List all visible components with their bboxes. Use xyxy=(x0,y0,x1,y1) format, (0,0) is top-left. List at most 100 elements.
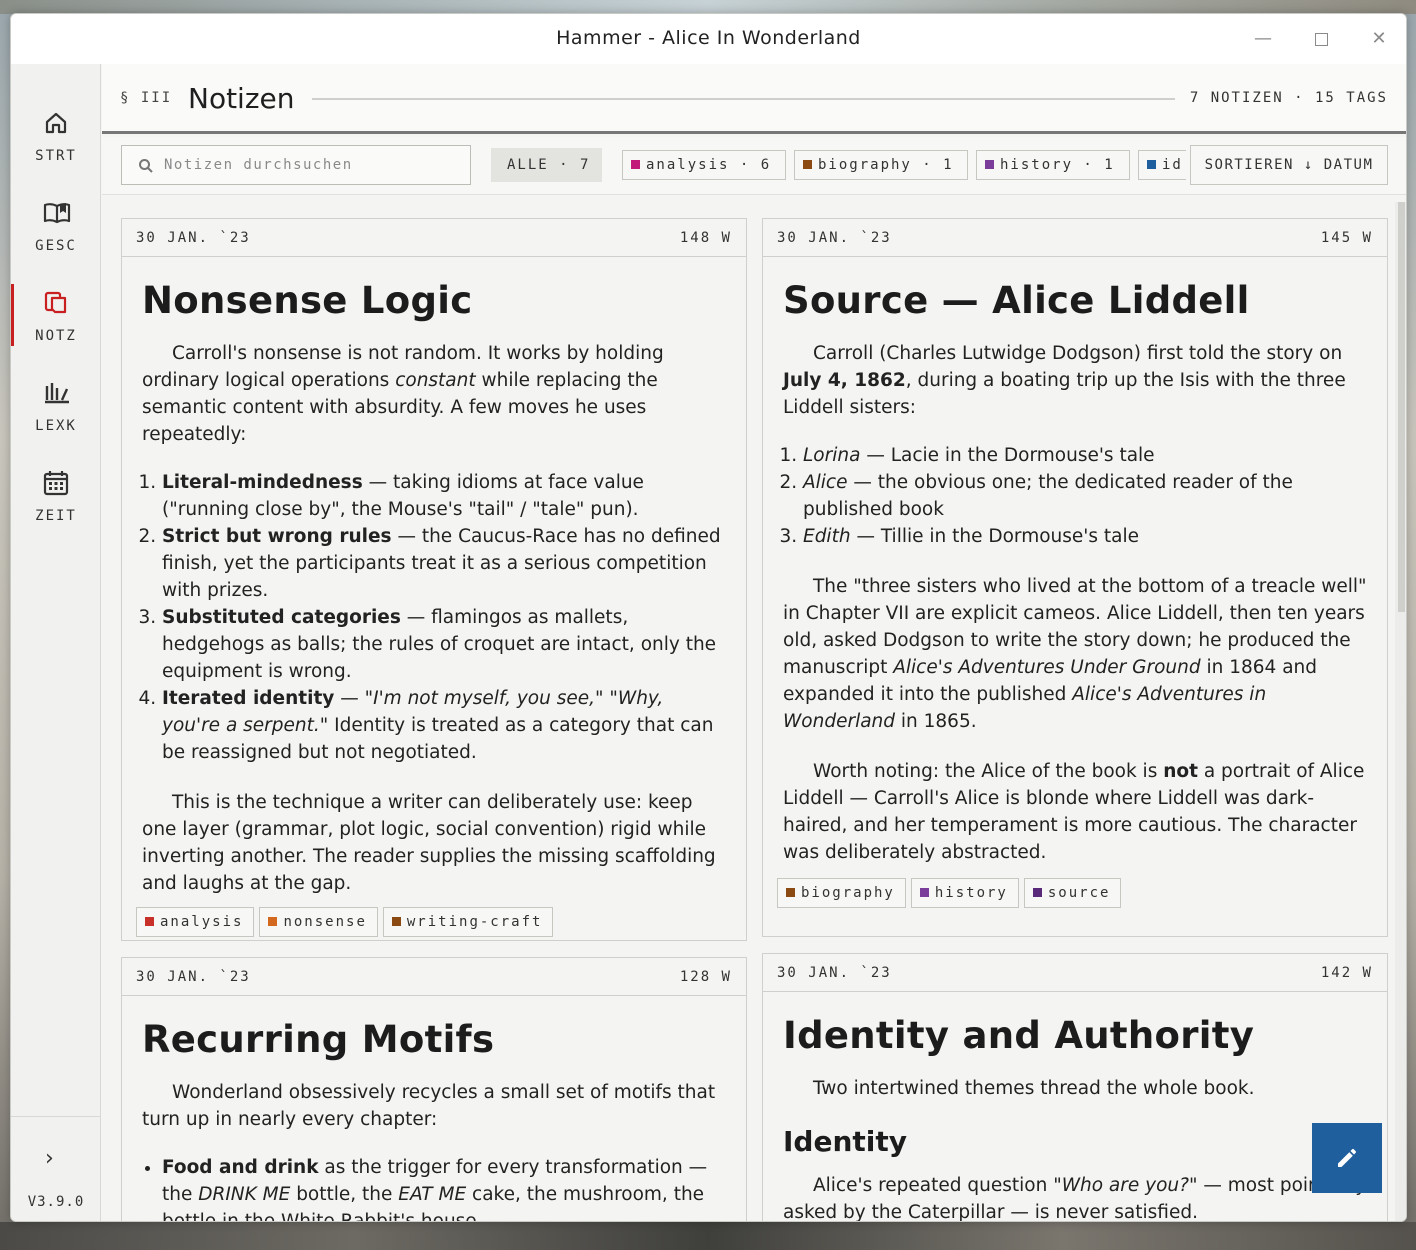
sidebar-item-label: GESC xyxy=(35,238,77,254)
desktop-background-bottom xyxy=(0,1222,1416,1250)
filter-chip-label: ALLE · 7 xyxy=(507,157,591,173)
note-title: Recurring Motifs xyxy=(142,1018,495,1061)
note-subheading: Identity xyxy=(783,1125,908,1158)
title-bar: Hammer - Alice In Wonderland — ✕ xyxy=(11,14,1406,64)
note-body: Nonsense Logic Carroll's nonsense is not… xyxy=(122,257,746,897)
note-card-header: 30 JAN. `23 142 W xyxy=(763,954,1387,992)
tag-color-swatch xyxy=(268,917,278,926)
note-paragraph: Wonderland obsessively recycles a small … xyxy=(142,1082,716,1130)
sidebar-item-label: ZEIT xyxy=(35,508,77,524)
calendar-icon xyxy=(43,471,69,496)
tag-color-swatch xyxy=(803,160,812,169)
filter-chip-biography[interactable]: biography · 1 xyxy=(794,150,968,180)
search-input[interactable] xyxy=(164,146,464,184)
note-tags: analysis nonsense writing-craft xyxy=(122,907,746,949)
note-card-header: 30 JAN. `23 148 W xyxy=(122,219,746,257)
filter-chip-analysis[interactable]: analysis · 6 xyxy=(622,150,786,180)
note-card[interactable]: 30 JAN. `23 145 W Source — Alice Liddell… xyxy=(762,218,1388,937)
sidebar-item-label: STRT xyxy=(35,148,77,164)
tag-color-swatch xyxy=(1147,160,1156,169)
note-title: Source — Alice Liddell xyxy=(783,279,1250,322)
sidebar-item-lexk[interactable]: LEXK xyxy=(11,374,101,456)
scrollbar-thumb[interactable] xyxy=(1398,202,1405,612)
filter-chip-label: biography · 1 xyxy=(818,157,954,173)
tag-chip[interactable]: source xyxy=(1023,878,1122,908)
home-icon xyxy=(45,112,67,134)
sidebar-item-notz[interactable]: NOTZ xyxy=(11,284,101,366)
list-item: Substituted categories — flamingos as ma… xyxy=(162,604,726,685)
note-paragraph: Carroll (Charles Lutwidge Dodgson) first… xyxy=(783,343,1346,418)
note-paragraph: Alice's repeated question "Who are you?"… xyxy=(783,1175,1367,1222)
tag-chip[interactable]: analysis xyxy=(136,907,255,937)
note-tags: biography history source xyxy=(763,878,1387,920)
note-list: Literal-mindedness — taking idioms at fa… xyxy=(162,469,726,766)
sidebar-item-strt[interactable]: STRT xyxy=(11,104,101,186)
sidebar-item-label: LEXK xyxy=(35,418,77,434)
tag-chip[interactable]: biography xyxy=(777,878,906,908)
notes-icon xyxy=(44,291,67,314)
notes-scrollbar[interactable] xyxy=(1395,202,1406,1221)
note-card[interactable]: 30 JAN. `23 128 W Recurring Motifs Wonde… xyxy=(121,957,747,1221)
list-item: Strict but wrong rules — the Caucus-Race… xyxy=(162,523,726,604)
pencil-icon xyxy=(1338,1148,1357,1167)
maximize-button[interactable] xyxy=(1306,25,1336,53)
tag-chip[interactable]: history xyxy=(910,878,1019,908)
app-version: V3.9.0 xyxy=(27,1194,85,1210)
tag-color-swatch xyxy=(919,888,929,897)
tag-chip[interactable]: nonsense xyxy=(259,907,378,937)
book-icon xyxy=(43,203,71,224)
list-item: Literal-mindedness — taking idioms at fa… xyxy=(162,469,726,523)
note-card-header: 30 JAN. `23 145 W xyxy=(763,219,1387,257)
note-date: 30 JAN. `23 xyxy=(777,230,892,246)
note-body: Recurring Motifs Wonderland obsessively … xyxy=(122,996,746,1221)
note-paragraph: Carroll's nonsense is not random. It wor… xyxy=(142,343,664,445)
sidebar-item-gesc[interactable]: GESC xyxy=(11,194,101,276)
note-card[interactable]: 30 JAN. `23 148 W Nonsense Logic Carroll… xyxy=(121,218,747,941)
filter-chip-label: analysis · 6 xyxy=(646,157,772,173)
tag-color-swatch xyxy=(631,160,640,169)
note-body: Source — Alice Liddell Carroll (Charles … xyxy=(763,257,1387,866)
list-item: Edith — Tillie in the Dormouse's tale xyxy=(803,523,1367,550)
tag-color-swatch xyxy=(1032,888,1042,897)
section-marker: § III xyxy=(120,90,173,106)
note-date: 30 JAN. `23 xyxy=(136,230,251,246)
minimize-button[interactable]: — xyxy=(1248,25,1278,53)
search-icon xyxy=(139,159,153,173)
new-note-button[interactable] xyxy=(1312,1123,1382,1193)
list-item: Food and drink as the trigger for every … xyxy=(162,1154,726,1221)
note-card-header: 30 JAN. `23 128 W xyxy=(122,958,746,996)
note-body: Identity and Authority Two intertwined t… xyxy=(763,992,1387,1222)
maximize-icon xyxy=(1314,32,1328,46)
tag-color-swatch xyxy=(145,917,154,926)
expand-sidebar-button[interactable]: › xyxy=(45,1146,54,1171)
note-title: Identity and Authority xyxy=(783,1014,1255,1057)
note-card[interactable]: 30 JAN. `23 142 W Identity and Authority… xyxy=(762,953,1388,1222)
filter-chip-all[interactable]: ALLE · 7 xyxy=(491,148,602,182)
search-box xyxy=(121,145,471,185)
tag-chip[interactable]: writing-craft xyxy=(382,907,554,937)
tag-color-swatch xyxy=(391,917,401,926)
sidebar-divider xyxy=(11,1116,101,1117)
filter-chip-id[interactable]: id xyxy=(1138,150,1186,180)
sidebar-item-label: NOTZ xyxy=(35,328,77,344)
note-date: 30 JAN. `23 xyxy=(777,965,892,981)
filter-chip-label: history · 1 xyxy=(1000,157,1115,173)
close-button[interactable]: ✕ xyxy=(1364,25,1394,53)
main-panel: § III Notizen 7 NOTIZEN · 15 TAGS ALLE ·… xyxy=(102,64,1406,1222)
note-word-count: 142 W xyxy=(1320,965,1373,981)
filter-toolbar: ALLE · 7 analysis · 6 biography · 1 hist… xyxy=(102,137,1406,195)
sidebar-item-zeit[interactable]: ZEIT xyxy=(11,464,101,546)
sort-button[interactable]: SORTIEREN ↓ DATUM xyxy=(1190,145,1388,185)
sidebar: STRT GESC NOTZ LEXK ZEIT › V3.9.0 xyxy=(11,64,101,1221)
filter-chip-label: id xyxy=(1162,157,1183,173)
tag-color-swatch xyxy=(985,160,994,169)
chevron-right-icon: › xyxy=(45,1146,54,1171)
list-item: Iterated identity — "I'm not myself, you… xyxy=(162,685,726,766)
note-date: 30 JAN. `23 xyxy=(136,969,251,985)
note-paragraph: Worth noting: the Alice of the book is n… xyxy=(783,761,1365,863)
filter-chip-history[interactable]: history · 1 xyxy=(976,150,1130,180)
list-item: Alice — the obvious one; the dedicated r… xyxy=(803,469,1367,523)
note-word-count: 128 W xyxy=(679,969,732,985)
page-title: Notizen xyxy=(188,82,295,115)
note-title: Nonsense Logic xyxy=(142,279,473,322)
